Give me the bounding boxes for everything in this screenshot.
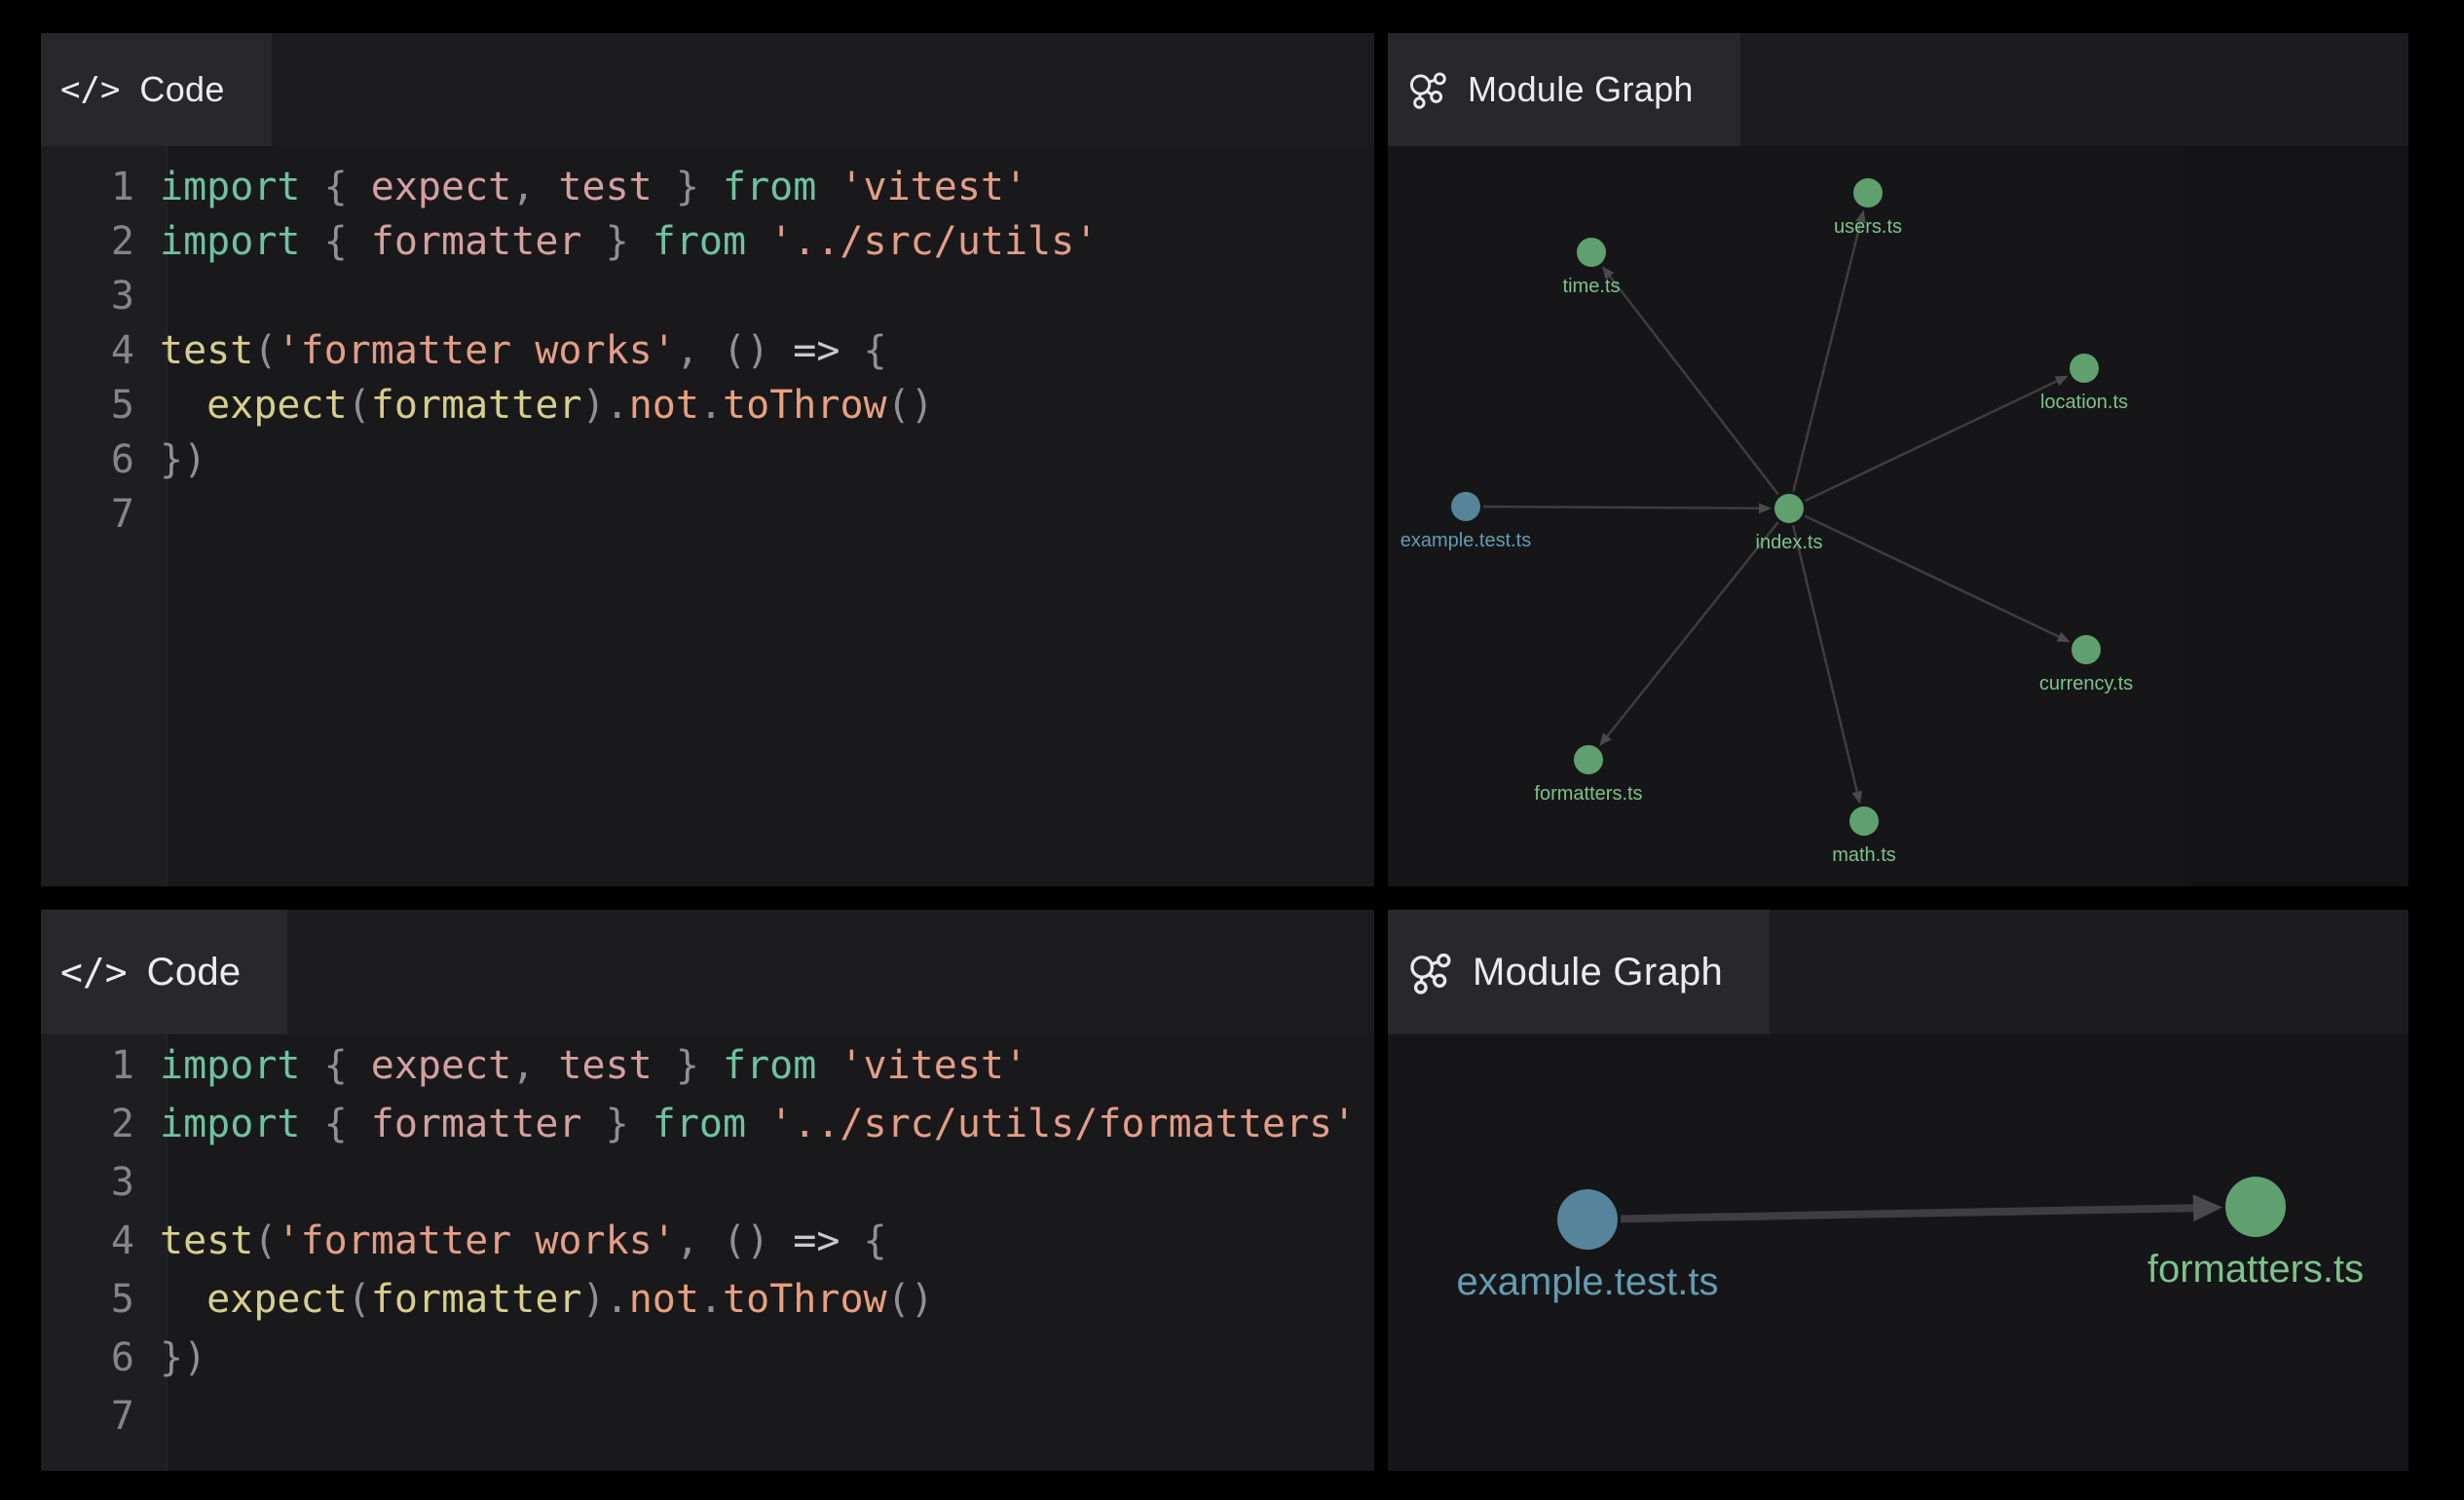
- code-line: 7: [41, 1387, 1374, 1445]
- tab-code-top[interactable]: </> Code: [41, 33, 272, 146]
- module-graph-panel-bottom: Module Graph example.test.ts formatters.t…: [1388, 910, 2408, 1471]
- graph-edge-arrowhead: [1851, 791, 1862, 805]
- code-text: import { expect, test } from 'vitest': [134, 1036, 1027, 1095]
- line-number: 3: [41, 269, 134, 323]
- code-text: test('formatter works', () => {: [134, 1212, 887, 1270]
- graph-node-label: example.test.ts: [1456, 1260, 1718, 1303]
- line-number: 6: [41, 1329, 134, 1387]
- graph-node-formatters.ts[interactable]: [1574, 745, 1603, 774]
- graph-node-label: currency.ts: [2039, 673, 2133, 694]
- graph-node-label: formatters.ts: [2147, 1248, 2364, 1291]
- line-number: 6: [41, 432, 134, 487]
- code-panel-top-header: </> Code: [41, 33, 1374, 146]
- code-line: 4test('formatter works', () => {: [41, 1212, 1374, 1270]
- line-number: 4: [41, 1212, 134, 1270]
- graph-edge: [1805, 516, 2062, 638]
- code-text: expect(formatter).not.toThrow(): [134, 378, 934, 432]
- graph-node-math.ts[interactable]: [1849, 806, 1879, 836]
- code-text: test('formatter works', () => {: [134, 323, 887, 378]
- code-editor-bottom[interactable]: 1import { expect, test } from 'vitest'2i…: [41, 1034, 1374, 1471]
- graph-node-index.ts[interactable]: [1774, 494, 1804, 523]
- graph-edge: [1621, 1208, 2201, 1219]
- graph-node-label: formatters.ts: [1534, 783, 1642, 805]
- code-line: 3: [41, 1153, 1374, 1212]
- graph-node-label: users.ts: [1834, 216, 1902, 238]
- code-line: 1import { expect, test } from 'vitest': [41, 160, 1374, 214]
- tab-module-graph-label: Module Graph: [1473, 951, 1723, 994]
- tab-code-bottom[interactable]: </> Code: [41, 910, 287, 1034]
- code-text: }): [134, 1329, 206, 1387]
- code-line: 7: [41, 487, 1374, 542]
- graph-edge: [1608, 274, 1778, 495]
- line-number: 7: [41, 1387, 134, 1445]
- code-text: import { formatter } from '../src/utils': [134, 214, 1098, 269]
- app-screenshot: </> Code 1import { expect, test } from '…: [0, 0, 2464, 1500]
- line-number: 1: [41, 160, 134, 214]
- graph-edge: [1805, 380, 2060, 501]
- graph-edge: [1605, 522, 1777, 738]
- code-panel-bottom: </> Code 1import { expect, test } from '…: [41, 910, 1374, 1471]
- code-text: [134, 269, 160, 323]
- graph-edge-arrowhead: [2193, 1194, 2222, 1221]
- line-number: 5: [41, 378, 134, 432]
- code-text: expect(formatter).not.toThrow(): [134, 1270, 934, 1329]
- line-number: 3: [41, 1153, 134, 1212]
- code-panel-top: </> Code 1import { expect, test } from '…: [41, 33, 1374, 886]
- code-line: 5 expect(formatter).not.toThrow(): [41, 378, 1374, 432]
- code-line: 2import { formatter } from '../src/utils…: [41, 1095, 1374, 1153]
- code-line: 6}): [41, 1329, 1374, 1387]
- code-panel-bottom-header: </> Code: [41, 910, 1374, 1034]
- graph-edge: [1793, 219, 1861, 492]
- code-text: import { expect, test } from 'vitest': [134, 160, 1027, 214]
- graph-node-currency.ts[interactable]: [2072, 635, 2101, 664]
- graph-node-label: example.test.ts: [1400, 530, 1532, 551]
- graph-node-location.ts[interactable]: [2070, 354, 2099, 383]
- graph-node-example.test.ts[interactable]: [1451, 492, 1480, 521]
- line-number: 2: [41, 1095, 134, 1153]
- graph-node-label: math.ts: [1832, 844, 1896, 866]
- code-icon: </>: [60, 70, 120, 109]
- code-editor-top[interactable]: 1import { expect, test } from 'vitest'2i…: [41, 146, 1374, 886]
- module-graph-icon: [1407, 69, 1448, 110]
- tab-code-label: Code: [147, 951, 242, 994]
- module-graph-icon: [1407, 950, 1453, 995]
- code-text: }): [134, 432, 206, 487]
- graph-node-time.ts[interactable]: [1577, 238, 1606, 267]
- graph-node-label: time.ts: [1563, 276, 1621, 297]
- line-number: 5: [41, 1270, 134, 1329]
- code-text: [134, 1153, 160, 1212]
- line-number: 1: [41, 1036, 134, 1095]
- graph-node-label: index.ts: [1756, 532, 1823, 553]
- graph-edge-arrowhead: [1759, 503, 1772, 513]
- code-line: 5 expect(formatter).not.toThrow(): [41, 1270, 1374, 1329]
- line-number: 2: [41, 214, 134, 269]
- module-graph-panel-top: Module Graph users.ts time.ts location.ts e…: [1388, 33, 2408, 886]
- code-text: [134, 1387, 160, 1445]
- graph-node-label: location.ts: [2040, 392, 2128, 413]
- code-line: 1import { expect, test } from 'vitest': [41, 1036, 1374, 1095]
- code-line: 2import { formatter } from '../src/utils…: [41, 214, 1374, 269]
- graph-edge: [1483, 506, 1762, 508]
- tab-module-graph-label: Module Graph: [1468, 69, 1694, 110]
- module-graph-bottom-header: Module Graph: [1388, 910, 2408, 1034]
- module-graph-top-header: Module Graph: [1388, 33, 2408, 146]
- tab-module-graph-top[interactable]: Module Graph: [1388, 33, 1740, 146]
- code-icon: </>: [60, 951, 128, 994]
- code-line: 3: [41, 269, 1374, 323]
- code-text: import { formatter } from '../src/utils/…: [134, 1095, 1356, 1153]
- tab-code-label: Code: [139, 69, 224, 110]
- graph-node-formatters.ts[interactable]: [2225, 1177, 2286, 1237]
- code-text: [134, 487, 160, 542]
- graph-node-users.ts[interactable]: [1853, 178, 1883, 207]
- graph-node-example.test.ts[interactable]: [1557, 1189, 1618, 1250]
- module-graph-canvas-bottom[interactable]: example.test.ts formatters.ts: [1388, 1034, 2408, 1471]
- code-line: 4test('formatter works', () => {: [41, 323, 1374, 378]
- line-number: 4: [41, 323, 134, 378]
- code-line: 6}): [41, 432, 1374, 487]
- line-number: 7: [41, 487, 134, 542]
- module-graph-canvas-top[interactable]: users.ts time.ts location.ts example.test.t…: [1388, 146, 2408, 886]
- tab-module-graph-bottom[interactable]: Module Graph: [1388, 910, 1770, 1034]
- graph-edge: [1793, 526, 1857, 796]
